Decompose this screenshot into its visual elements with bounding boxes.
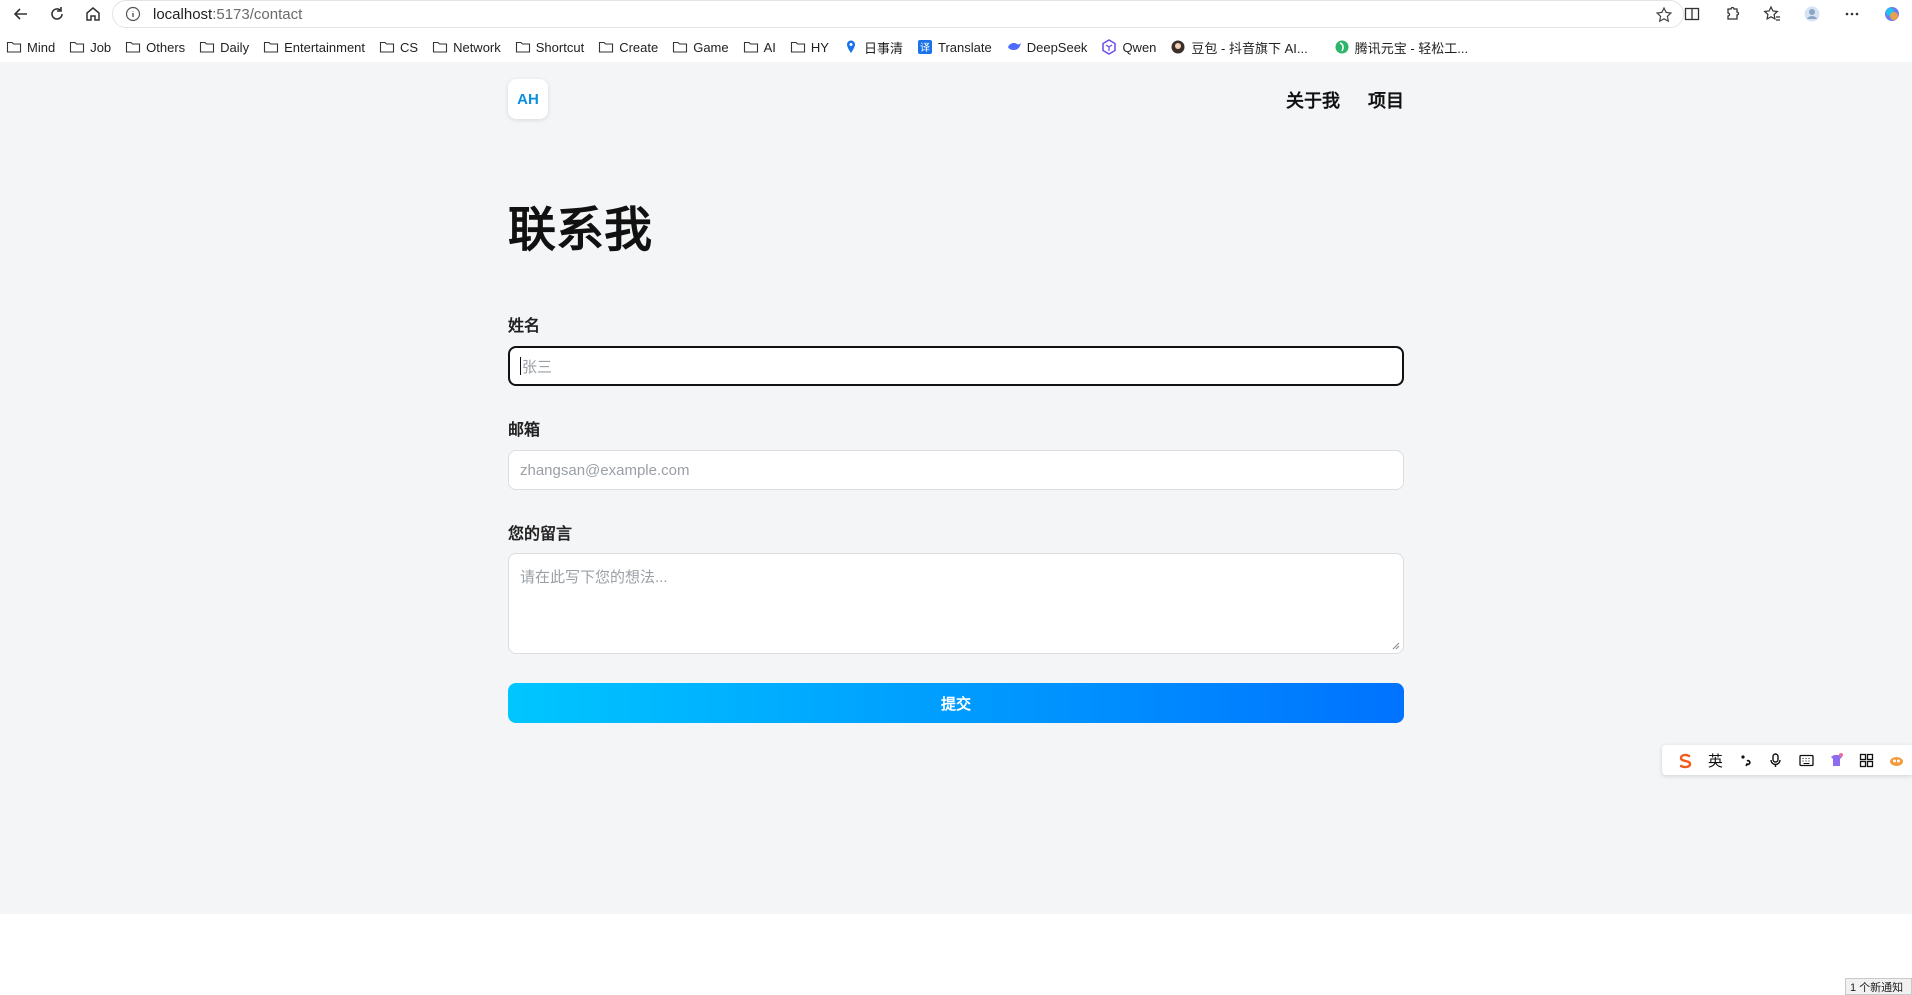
home-icon[interactable] [80,1,106,27]
bookmark-item[interactable]: Daily [199,39,249,55]
bookmark-item[interactable]: Game [672,39,729,55]
notification-badge[interactable]: 1 个新通知 [1845,978,1912,995]
submit-button[interactable]: 提交 [508,683,1404,723]
page-content: AH 关于我 项目 联系我 姓名 张三 邮箱 zhangsan@example.… [0,62,1912,914]
sogou-logo-icon[interactable] [1670,745,1700,775]
bookmark-item[interactable]: HY [790,39,829,55]
bookmarks-bar: Mind Job Others Daily Entertainment CS N… [0,34,1912,60]
resize-handle-icon[interactable] [1390,640,1400,650]
keyboard-icon[interactable] [1791,745,1821,775]
qwen-icon [1102,39,1117,55]
bookmark-item[interactable]: 腾讯元宝 - 轻松工... [1334,38,1468,57]
folder-icon [70,41,85,53]
doubao-icon [1171,40,1185,54]
ime-toolbar: 英 [1662,745,1912,775]
text-caret [520,357,521,375]
url-text[interactable]: localhost:5173/contact [153,6,302,23]
folder-icon [515,41,530,53]
site-logo[interactable]: AH [508,79,548,119]
nav-link-projects[interactable]: 项目 [1368,87,1404,113]
bookmark-item[interactable]: Network [432,39,501,55]
pin-icon [846,40,855,53]
split-screen-icon[interactable] [1672,0,1712,28]
bookmark-item[interactable]: AI [743,39,776,55]
folder-icon [673,41,688,53]
email-placeholder: zhangsan@example.com [520,461,690,479]
site-header: AH 关于我 项目 [508,79,1404,119]
skin-icon[interactable] [1821,745,1851,775]
bookmark-item[interactable]: Shortcut [515,39,584,55]
page-title: 联系我 [508,204,653,257]
profile-avatar-icon[interactable] [1792,0,1832,28]
ime-language-toggle[interactable]: 英 [1700,745,1730,775]
bookmark-item[interactable]: CS [379,39,418,55]
bookmark-item[interactable]: 译 Translate [917,39,992,55]
folder-icon [790,41,805,53]
folder-icon [200,41,215,53]
message-textarea[interactable]: 请在此写下您的想法... [508,553,1404,654]
punctuation-icon[interactable] [1731,745,1761,775]
site-info-icon[interactable] [125,6,141,22]
folder-icon [264,41,279,53]
favorites-icon[interactable] [1752,0,1792,28]
folder-icon [433,41,448,53]
microphone-icon[interactable] [1761,745,1791,775]
bookmark-item[interactable]: Qwen [1101,39,1156,55]
name-placeholder: 张三 [522,358,553,376]
translate-icon: 译 [918,40,932,54]
bookmark-item[interactable]: Others [125,39,185,55]
bookmark-star-icon[interactable] [1655,6,1673,24]
extensions-icon[interactable] [1712,0,1752,28]
bookmark-item[interactable]: DeepSeek [1006,39,1087,55]
message-placeholder: 请在此写下您的想法... [520,569,668,586]
deepseek-icon [1007,43,1021,50]
bookmark-item[interactable]: Job [69,39,111,55]
message-label: 您的留言 [508,526,573,543]
folder-icon [379,41,395,53]
address-bar[interactable]: localhost:5173/contact [112,0,1684,28]
bookmark-item[interactable]: Create [598,39,658,55]
svg-text:译: 译 [920,42,930,54]
reload-icon[interactable] [44,1,70,27]
folder-icon [743,41,758,53]
folder-icon [126,41,141,53]
email-label: 邮箱 [508,422,541,439]
browser-toolbar: localhost:5173/contact [0,0,1912,28]
folder-icon [599,41,614,53]
email-input[interactable]: zhangsan@example.com [508,450,1404,490]
bookmark-item[interactable]: Mind [6,39,55,55]
bookmark-item[interactable]: Entertainment [263,39,365,55]
back-icon[interactable] [8,1,34,27]
bookmark-item[interactable]: 日事清 [843,38,903,57]
browser-right-tools [1672,0,1912,28]
toolbox-grid-icon[interactable] [1852,745,1882,775]
bookmark-item[interactable]: 豆包 - 抖音旗下 AI... [1170,38,1308,57]
site-nav: 关于我 项目 [1258,87,1404,113]
copilot-icon[interactable] [1872,0,1912,28]
name-input[interactable]: 张三 [508,346,1404,386]
more-menu-icon[interactable] [1832,0,1872,28]
yuanbao-icon [1335,40,1349,54]
name-label: 姓名 [508,318,541,335]
mascot-icon[interactable] [1882,745,1912,775]
nav-link-about[interactable]: 关于我 [1286,87,1340,113]
folder-icon [6,41,22,53]
